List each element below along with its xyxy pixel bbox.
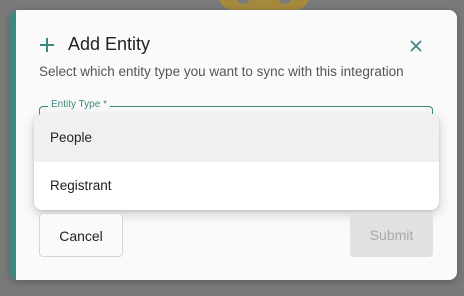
plus-icon [40, 37, 54, 52]
entity-type-label: Entity Type * [48, 99, 110, 110]
submit-button[interactable]: Submit [350, 213, 433, 257]
background-illustration-part [278, 0, 292, 4]
add-entity-dialog: Add Entity Select which entity type you … [10, 10, 457, 280]
option-registrant[interactable]: Registrant [34, 162, 439, 210]
dialog-title: Add Entity [68, 34, 151, 54]
option-people[interactable]: People [34, 114, 439, 162]
background-illustration [218, 0, 310, 10]
close-icon[interactable] [408, 38, 424, 54]
dialog-subtitle: Select which entity type you want to syn… [39, 64, 404, 79]
dialog-header: Add Entity [40, 34, 150, 55]
entity-type-dropdown: People Registrant [34, 114, 439, 210]
dialog-accent-bar [10, 10, 16, 280]
background-illustration-part [236, 0, 250, 4]
cancel-button[interactable]: Cancel [39, 213, 123, 257]
